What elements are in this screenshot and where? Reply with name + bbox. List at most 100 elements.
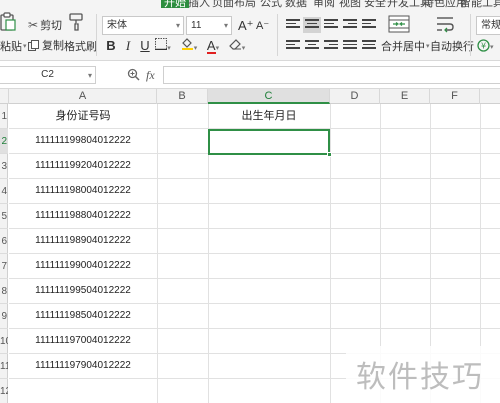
eraser-icon xyxy=(228,37,242,55)
menu-item-insert[interactable]: 插入 xyxy=(188,0,210,8)
currency-button[interactable]: ¥ ▾ xyxy=(477,39,494,55)
menu-item-review[interactable]: 审阅 xyxy=(313,0,335,8)
cell-a7[interactable]: 111111199004012222 xyxy=(9,254,157,278)
distributed-icon[interactable] xyxy=(362,40,376,52)
align-right-icon[interactable] xyxy=(324,40,338,52)
watermark-text: 软件技巧 xyxy=(356,360,484,395)
fill-color-button[interactable]: ▾ xyxy=(180,37,198,55)
copy-label: 复制 xyxy=(42,40,64,52)
menu-item-security[interactable]: 安全 xyxy=(364,0,386,8)
number-format-value: 常规 xyxy=(481,20,500,31)
row-header[interactable]: 9 xyxy=(0,304,8,329)
cell-a8[interactable]: 111111199504012222 xyxy=(9,279,157,303)
align-top-icon[interactable] xyxy=(286,19,300,31)
font-color-button[interactable]: A ▾ xyxy=(204,37,222,55)
font-size-select[interactable]: 11 ▾ xyxy=(186,16,232,35)
cut-button[interactable]: ✂ 剪切 xyxy=(28,17,62,33)
border-icon xyxy=(155,37,168,55)
paste-icon[interactable] xyxy=(0,12,18,32)
cell-a10[interactable]: 111111197004012222 xyxy=(9,329,157,353)
row-header[interactable]: 6 xyxy=(0,229,8,254)
row-header[interactable]: 4 xyxy=(0,179,8,204)
column-header-c[interactable]: C xyxy=(208,89,330,104)
column-header-d[interactable]: D xyxy=(330,89,380,104)
font-name-value: 宋体 xyxy=(107,20,127,31)
column-header-g[interactable] xyxy=(480,89,500,104)
format-painter-button[interactable]: 格式刷 xyxy=(64,38,97,54)
row-header[interactable]: 5 xyxy=(0,204,8,229)
cell-a9[interactable]: 111111198504012222 xyxy=(9,304,157,328)
align-left-icon[interactable] xyxy=(286,40,300,52)
fill-handle[interactable] xyxy=(327,152,332,157)
menu-item-page-layout[interactable]: 页面布局 xyxy=(212,0,256,8)
menu-item-data[interactable]: 数据 xyxy=(285,0,307,8)
format-painter-icon[interactable] xyxy=(68,12,84,32)
cell-a11[interactable]: 111111197904012222 xyxy=(9,354,157,378)
paste-button[interactable]: 粘贴 ▾ xyxy=(0,38,27,54)
merge-center-button[interactable]: 合并居中 ▾ xyxy=(381,38,430,54)
name-box[interactable]: C2 ▾ xyxy=(0,66,96,84)
cell-c1[interactable]: 出生年月日 xyxy=(208,104,330,128)
menu-item-view[interactable]: 视图 xyxy=(339,0,361,8)
paste-label: 粘贴 xyxy=(0,41,22,53)
separator xyxy=(470,14,471,56)
copy-button[interactable]: 复制 xyxy=(28,37,64,53)
outdent-icon[interactable] xyxy=(362,19,376,31)
cell-a5[interactable]: 111111198804012222 xyxy=(9,204,157,228)
wrap-text-button[interactable]: 自动换行 xyxy=(430,38,474,54)
cell-a2[interactable]: 111111199804012222 xyxy=(9,129,157,153)
row-header[interactable]: 12 xyxy=(0,379,8,403)
clear-format-button[interactable]: ▾ xyxy=(228,37,246,55)
indent-icon[interactable] xyxy=(343,19,357,31)
borders-button[interactable]: ▾ xyxy=(154,37,172,55)
formula-input[interactable] xyxy=(163,66,500,84)
font-color-bar xyxy=(206,52,216,54)
row-header[interactable]: 11 xyxy=(0,354,8,379)
column-header-a[interactable]: A xyxy=(9,89,157,104)
fx-icon: fx xyxy=(146,68,155,82)
number-format-select[interactable]: 常规 xyxy=(476,16,500,35)
menu-item-smart-tools[interactable]: 智能工具箱 xyxy=(460,0,500,8)
justify-icon[interactable] xyxy=(343,40,357,52)
menu-item-start[interactable]: 开始 xyxy=(161,0,189,8)
cell-a1[interactable]: 身份证号码 xyxy=(9,104,157,128)
column-header-b[interactable]: B xyxy=(157,89,208,104)
cell-a6[interactable]: 111111198904012222 xyxy=(9,229,157,253)
grow-font-icon: A⁺ xyxy=(238,18,254,33)
merge-center-label: 合并居中 xyxy=(381,41,425,53)
wrap-text-icon[interactable] xyxy=(435,15,455,33)
ribbon-toolbar: 粘贴▾ ✂ 剪切 复制 格式刷 宋体 ▾ 11 ▾ A⁺ A⁻ B I U ▾ xyxy=(0,8,500,61)
underline-button[interactable]: U xyxy=(136,37,154,55)
cell-a3[interactable]: 111111199204012222 xyxy=(9,154,157,178)
align-middle-icon[interactable] xyxy=(303,17,321,33)
selected-cell-c2[interactable] xyxy=(208,129,330,155)
row-header[interactable]: 3 xyxy=(0,154,8,179)
cell-a4[interactable]: 111111198004012222 xyxy=(9,179,157,203)
row-header[interactable]: 10 xyxy=(0,329,8,354)
grow-font-button[interactable]: A⁺ xyxy=(238,18,254,34)
scissors-icon: ✂ xyxy=(28,18,39,32)
separator xyxy=(277,14,278,56)
row-header[interactable]: 2 xyxy=(0,129,8,154)
shrink-font-button[interactable]: A⁻ xyxy=(256,19,269,32)
chevron-down-icon: ▾ xyxy=(87,71,92,80)
select-all-corner[interactable] xyxy=(0,89,9,104)
separator xyxy=(96,14,97,56)
merge-center-icon[interactable] xyxy=(388,15,410,33)
menu-item-formula[interactable]: 公式 xyxy=(260,0,282,8)
column-header-f[interactable]: F xyxy=(430,89,480,104)
row-header[interactable]: 1 xyxy=(0,104,8,129)
align-bottom-icon[interactable] xyxy=(324,19,338,31)
row-header[interactable]: 7 xyxy=(0,254,8,279)
format-painter-label: 格式刷 xyxy=(64,41,97,53)
row-header[interactable]: 8 xyxy=(0,279,8,304)
insert-function-button[interactable]: fx xyxy=(146,68,155,83)
column-header-e[interactable]: E xyxy=(380,89,430,104)
align-center-icon[interactable] xyxy=(305,40,319,52)
column-header-bar: A B C D E F xyxy=(0,89,500,104)
zoom-icon[interactable] xyxy=(127,68,140,81)
font-name-select[interactable]: 宋体 ▾ xyxy=(102,16,184,35)
bold-button[interactable]: B xyxy=(102,37,120,55)
italic-button[interactable]: I xyxy=(119,37,137,55)
font-size-value: 11 xyxy=(191,20,202,31)
